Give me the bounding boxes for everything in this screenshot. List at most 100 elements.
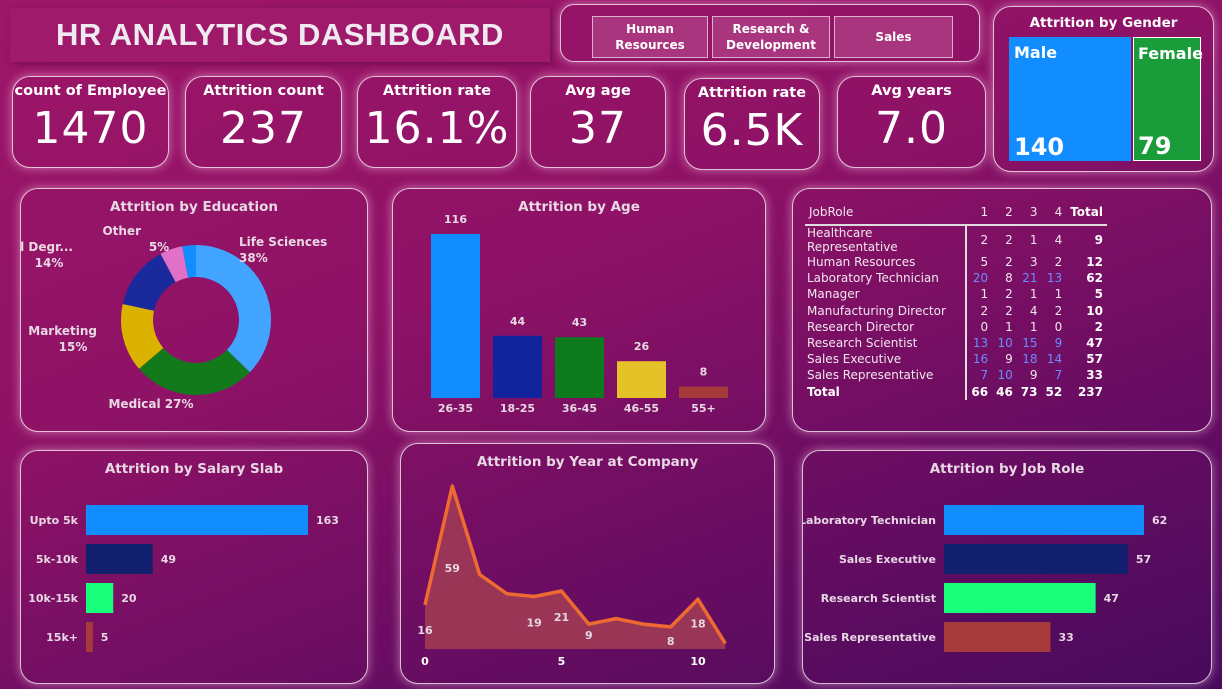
kpi-card-employee-count: count of Employee 1470 — [12, 76, 169, 168]
jobrole-card: Attrition by Job Role Laboratory Technic… — [802, 450, 1212, 684]
matrix-cell: 12 — [1086, 255, 1103, 270]
matrix-cell: 13 — [1046, 271, 1063, 286]
y-tick-label: Sales Executive — [839, 553, 936, 566]
matrix-cell: 47 — [1086, 336, 1103, 351]
column-header: Total — [1070, 204, 1103, 219]
chart-title: Attrition by Gender — [1029, 15, 1178, 31]
matrix-cell: 10 — [997, 368, 1013, 383]
matrix-cell: 2 — [1005, 233, 1013, 247]
page-title: HR ANALYTICS DASHBOARD — [56, 17, 504, 52]
y-tick-label: Research Scientist — [821, 592, 936, 605]
area-fill — [425, 486, 726, 649]
matrix-cell: 10 — [997, 336, 1013, 351]
column-header: 4 — [1054, 204, 1063, 219]
slice-percent: 14% — [35, 256, 64, 270]
slicer-option-research-development[interactable]: Research & Development — [712, 16, 830, 58]
matrix-cell: 33 — [1086, 368, 1103, 383]
y-tick-label: 5k-10k — [36, 553, 79, 566]
treemap-female[interactable]: Female 79 — [1133, 37, 1203, 161]
matrix-cell: Human Resources — [805, 254, 968, 271]
matrix-row: Research Scientist 13 10 15 9 47 — [805, 334, 1107, 352]
matrix-cell: 4 — [1054, 233, 1063, 247]
kpi-value: 7.0 — [875, 103, 948, 154]
kpi-card-avg-years: Avg years 7.0 — [837, 76, 986, 168]
point-data-label: 9 — [585, 629, 593, 642]
hbar — [944, 505, 1144, 535]
age-bar — [617, 361, 666, 398]
kpi-label: Attrition count — [203, 83, 324, 99]
matrix-cell: Manager — [805, 286, 968, 303]
matrix-cell: 1 — [1029, 233, 1038, 247]
matrix-cell: Research Scientist — [805, 334, 968, 352]
department-slicer: Human Resources Research & Development S… — [560, 4, 980, 62]
matrix-cell: 1 — [980, 287, 989, 302]
matrix-cell: 52 — [1045, 384, 1063, 399]
bar-data-label: 33 — [1058, 631, 1073, 644]
point-data-label: 59 — [445, 562, 460, 575]
matrix-cell: 0 — [980, 319, 989, 334]
matrix-cell: 73 — [1020, 384, 1038, 399]
kpi-value: 1470 — [32, 103, 149, 154]
bar-data-label: 5 — [101, 631, 109, 644]
salary-card: Attrition by Salary Slab Upto 5k 163 5k-10… — [20, 450, 368, 684]
matrix-cell: 20 — [972, 271, 989, 286]
matrix-row: Sales Executive 16 9 18 14 57 — [805, 351, 1107, 368]
y-tick-label: Upto 5k — [30, 514, 79, 527]
matrix-cell: 2 — [1005, 255, 1013, 270]
kpi-value: 16.1% — [364, 103, 510, 154]
bar-data-label: 62 — [1152, 514, 1167, 527]
slice-percent: 38% — [239, 251, 268, 265]
matrix-cell: 66 — [971, 384, 989, 399]
age-bar — [431, 234, 480, 398]
slicer-option-sales[interactable]: Sales — [834, 16, 953, 58]
slice-label: Life Sciences — [239, 235, 327, 249]
matrix-cell: 10 — [1086, 303, 1103, 318]
matrix-cell: 62 — [1086, 271, 1103, 286]
years-area-chart: 16 59 19 21 9 8 18 0 5 10 — [417, 484, 727, 668]
kpi-value: 237 — [220, 103, 307, 154]
point-data-label: 8 — [667, 635, 675, 648]
hbar — [86, 544, 153, 574]
matrix-row: Research Director 0 1 1 0 2 — [805, 318, 1107, 335]
x-tick-label: 0 — [421, 655, 429, 668]
bar-data-label: 26 — [634, 340, 650, 353]
kpi-card-attrition-rate: Attrition rate 16.1% — [357, 76, 517, 168]
bar-data-label: 163 — [316, 514, 339, 527]
matrix-cell: 2 — [1054, 303, 1063, 318]
matrix-total-row: Total 66 46 73 52 237 — [805, 383, 1107, 400]
male-value: 140 — [1014, 133, 1065, 161]
point-data-label: 16 — [417, 624, 433, 637]
slicer-option-human-resources[interactable]: Human Resources — [592, 16, 708, 58]
point-data-label: 21 — [554, 611, 569, 624]
treemap-male[interactable]: Male 140 — [1009, 37, 1131, 161]
matrix-cell: 15 — [1022, 336, 1038, 351]
hbar — [86, 505, 308, 535]
matrix-cell: 8 — [1005, 271, 1013, 286]
matrix-cell: 14 — [1046, 352, 1063, 367]
matrix-row: Healthcare Representative 2 2 1 4 9 — [805, 225, 1107, 254]
x-tick-label: 10 — [690, 655, 706, 668]
matrix-row: Human Resources 5 2 3 2 12 — [805, 254, 1107, 271]
slice-label: Technical Degr... — [21, 240, 73, 254]
bar-data-label: 57 — [1136, 553, 1151, 566]
jobrole-matrix-table: JobRole 1 2 3 4 Total Healthcare Representativ… — [805, 199, 1107, 400]
matrix-cell: Healthcare Representative — [805, 225, 968, 254]
education-card: Attrition by Education Life Sciences 38% M… — [20, 188, 368, 432]
matrix-cell: 237 — [1077, 384, 1103, 399]
hbar — [944, 544, 1128, 574]
matrix-cell: 9 — [1094, 233, 1103, 247]
hbar — [86, 583, 114, 613]
matrix-cell: 2 — [980, 233, 989, 247]
matrix-cell: 2 — [1094, 319, 1103, 334]
bar-data-label: 8 — [700, 366, 708, 379]
x-tick-label: 18-25 — [500, 402, 535, 415]
slice-percent: 5% — [149, 240, 169, 254]
matrix-cell: Research Director — [805, 318, 968, 335]
column-header: 1 — [980, 204, 989, 219]
matrix-cell: 4 — [1029, 303, 1038, 318]
matrix-cell: 2 — [1005, 303, 1013, 318]
matrix-cell: 0 — [1054, 319, 1063, 334]
age-bar-chart: 116 26-35 44 18-25 43 36-45 26 46-55 8 55+ — [431, 213, 728, 415]
matrix-cell: 7 — [1054, 368, 1063, 383]
point-data-label: 18 — [690, 617, 705, 630]
